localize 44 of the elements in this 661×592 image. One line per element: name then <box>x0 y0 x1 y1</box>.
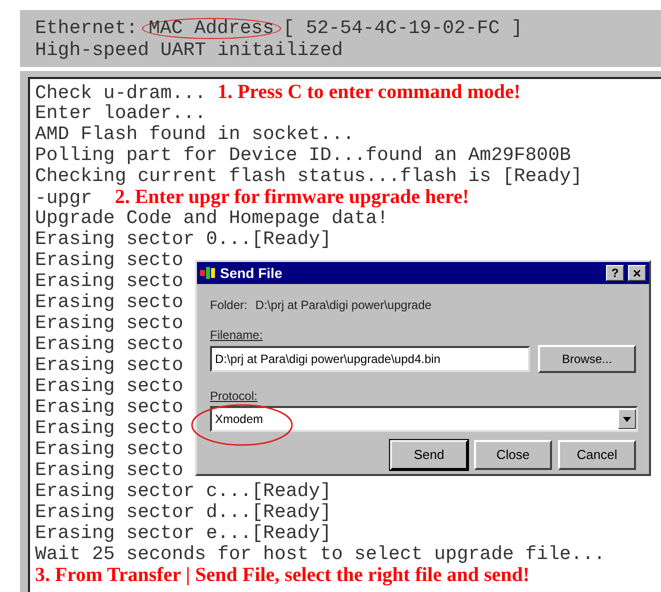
console-line: High-speed UART initailized <box>35 40 343 61</box>
instruction-note: 1. Press C to enter command mode! <box>217 82 521 103</box>
browse-button[interactable]: Browse... <box>538 345 636 373</box>
close-button[interactable]: × <box>628 265 646 281</box>
instruction-note: 3. From Transfer | Send File, select the right file and send! <box>35 565 530 586</box>
console-line: Ethernet: <box>35 18 138 39</box>
console-line: Polling part for Device ID...found an Am29F800B <box>35 145 571 166</box>
console-line: Erasing sector 0...[Ready] <box>35 229 332 250</box>
instruction-note: 2. Enter upgr for firmware upgrade here! <box>114 187 470 208</box>
console-line: Erasing secto <box>35 250 184 271</box>
console-line: [ 52-54-4C-19-02-FC ] <box>283 18 522 39</box>
app-icon <box>200 266 216 280</box>
console-line: Check u-dram... <box>35 83 208 104</box>
console-line: Erasing secto <box>35 439 184 460</box>
protocol-dropdown[interactable]: Xmodem <box>210 406 638 432</box>
console-line: Enter loader... <box>35 103 206 124</box>
protocol-label: Protocol: <box>210 388 258 405</box>
window-title: Send File <box>220 264 284 282</box>
console-line: Erasing secto <box>35 418 184 439</box>
console-line: Upgrade Code and Homepage data! <box>35 208 388 229</box>
filename-label: Filename: <box>210 327 263 344</box>
console-line: Erasing secto <box>35 334 184 355</box>
dialog-button[interactable]: Close <box>474 440 552 470</box>
console-line: Erasing secto <box>35 460 184 481</box>
console-line: Checking current flash status...flash is [Ready] <box>35 166 582 187</box>
console-line: Wait 25 seconds for host to select upgrade file... <box>35 544 606 565</box>
dialog-button[interactable]: Cancel <box>558 440 636 470</box>
circled-label: MAC Address <box>142 18 282 39</box>
console-line: AMD Flash found in socket... <box>35 124 354 145</box>
help-button[interactable]: ? <box>606 265 624 281</box>
console-line: Erasing sector c...[Ready] <box>35 481 332 502</box>
folder-label: Folder: <box>210 297 248 314</box>
console-line: Erasing secto <box>35 271 184 292</box>
console-line: Erasing secto <box>35 355 184 376</box>
console-line: Erasing secto <box>35 313 184 334</box>
filename-field[interactable]: D:\prj at Para\digi power\upgrade\upd4.bin <box>210 346 530 372</box>
console-line: Erasing secto <box>35 397 184 418</box>
console-line: Erasing secto <box>35 292 184 313</box>
dialog-button[interactable]: Send <box>390 440 468 470</box>
console-line: Erasing sector e...[Ready] <box>35 523 332 544</box>
console-line: -upgr <box>35 188 94 209</box>
folder-path: D:\prj at Para\digi power\upgrade <box>255 297 432 314</box>
console-line: Erasing sector d...[Ready] <box>35 502 332 523</box>
console-line: Erasing secto <box>35 376 184 397</box>
